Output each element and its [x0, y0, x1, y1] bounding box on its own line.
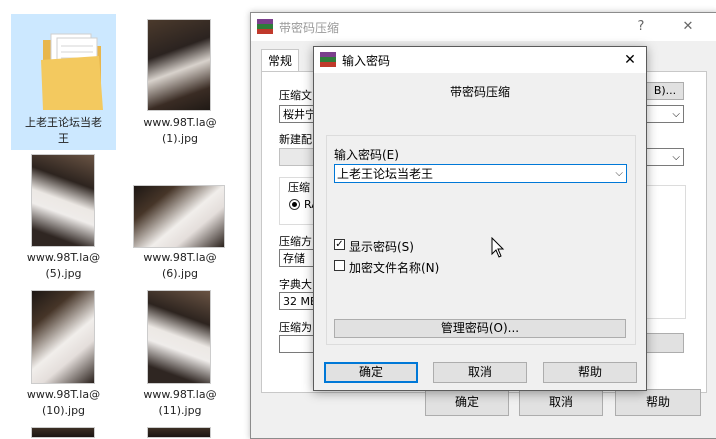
- file-caption-line1: www.98T.la@: [143, 388, 217, 401]
- encrypt-filenames-label: 加密文件名称(N): [349, 261, 440, 275]
- split-volume-label: 压缩为: [279, 321, 312, 334]
- profile-select-right[interactable]: ⌵: [646, 148, 684, 166]
- thumbnail-image: [32, 155, 94, 246]
- check-icon: ✓: [335, 239, 344, 250]
- chevron-down-icon: ⌵: [672, 109, 680, 120]
- dialog-heading: 带密码压缩: [449, 85, 510, 99]
- archive-ok-button[interactable]: 确定: [425, 389, 509, 416]
- file-caption-line1: www.98T.la@: [143, 251, 217, 264]
- password-dialog-titlebar[interactable]: 输入密码: [314, 47, 646, 73]
- archive-cancel-button[interactable]: 取消: [519, 389, 603, 416]
- file-caption-line1: www.98T.la@: [26, 388, 101, 401]
- thumbnail-image: [134, 186, 224, 247]
- folder-caption-line2: 王: [58, 132, 69, 145]
- file-caption-line2: (6).jpg: [161, 267, 199, 280]
- password-dialog-title: 输入密码: [342, 53, 391, 68]
- file-item-1[interactable]: www.98T.la@ (1).jpg: [130, 14, 230, 150]
- browse-button[interactable]: B)...: [646, 82, 684, 100]
- help-button[interactable]: 帮助: [543, 362, 637, 383]
- file-caption-line1: www.98T.la@: [26, 251, 101, 264]
- encrypt-filenames-checkbox[interactable]: [334, 260, 345, 271]
- folder-icon: [41, 33, 103, 110]
- archive-name-label: 压缩文: [279, 89, 312, 102]
- chevron-down-icon: ⌵: [672, 152, 680, 163]
- manage-passwords-button[interactable]: 管理密码(O)...: [334, 319, 626, 338]
- file-caption-line2: (11).jpg: [158, 404, 202, 417]
- close-icon[interactable]: ✕: [620, 50, 640, 70]
- ok-button[interactable]: 确定: [324, 362, 418, 383]
- file-caption-line2: (1).jpg: [161, 132, 199, 145]
- folder-caption-line1: 上老王论坛当老: [25, 116, 102, 129]
- set-password-button[interactable]: [646, 333, 684, 353]
- winrar-icon: [320, 52, 336, 68]
- thumbnail-image: [32, 291, 94, 383]
- cancel-button[interactable]: 取消: [433, 362, 527, 383]
- format-label: 压缩: [288, 181, 310, 194]
- file-item-11[interactable]: www.98T.la@ (11).jpg: [130, 287, 230, 423]
- winrar-icon: [257, 19, 273, 35]
- dictionary-label: 字典大: [279, 278, 312, 291]
- close-icon[interactable]: ✕: [676, 17, 700, 37]
- file-caption-line2: (10).jpg: [41, 404, 86, 417]
- password-dialog: 输入密码 ✕ 带密码压缩 输入密码(E) 上老王论坛当老王 ⌵ ✓ 显示密码(S…: [313, 46, 647, 391]
- archive-dialog-title: 带密码压缩: [279, 20, 340, 35]
- password-value: 上老王论坛当老王: [337, 167, 434, 181]
- update-mode-select[interactable]: ⌵: [646, 105, 684, 123]
- mouse-cursor-icon: [491, 237, 505, 258]
- show-password-label: 显示密码(S): [349, 240, 414, 254]
- file-item-10[interactable]: www.98T.la@ (10).jpg: [11, 287, 116, 423]
- thumbnail-image: [148, 291, 210, 383]
- chevron-down-icon[interactable]: ⌵: [615, 165, 623, 183]
- new-profile-label: 新建配: [279, 133, 312, 146]
- file-item-folder[interactable]: 上老王论坛当老 王: [11, 14, 116, 150]
- tab-general[interactable]: 常规: [261, 49, 300, 71]
- options-box: [646, 185, 686, 319]
- archive-help-button[interactable]: 帮助: [615, 389, 701, 416]
- show-password-checkbox[interactable]: ✓: [334, 239, 345, 250]
- file-caption-line1: www.98T.la@: [143, 116, 217, 129]
- thumbnail-peek: [148, 428, 210, 437]
- file-item-6[interactable]: www.98T.la@ (6).jpg: [130, 150, 230, 286]
- password-label: 输入密码(E): [334, 148, 399, 162]
- file-caption-line2: (5).jpg: [45, 267, 82, 280]
- method-label: 压缩方: [279, 235, 312, 248]
- rar-radio[interactable]: [289, 199, 300, 210]
- help-title-button[interactable]: ?: [629, 17, 653, 37]
- thumbnail-peek: [32, 428, 94, 437]
- password-combobox[interactable]: 上老王论坛当老王 ⌵: [334, 164, 627, 183]
- file-item-5[interactable]: www.98T.la@ (5).jpg: [11, 150, 116, 286]
- thumbnail-image: [148, 20, 210, 110]
